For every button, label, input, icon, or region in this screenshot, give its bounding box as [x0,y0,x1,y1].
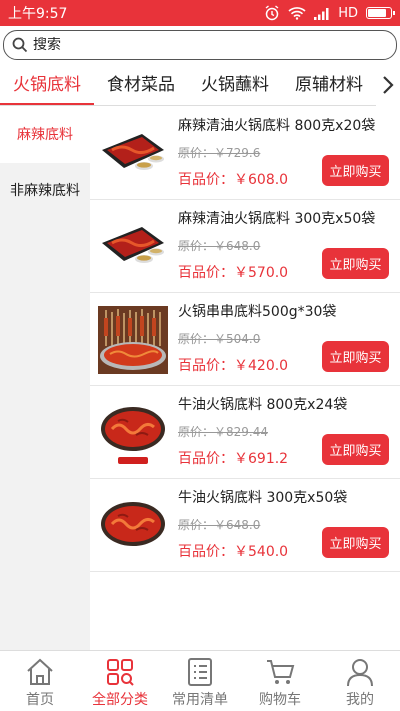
buy-now-button[interactable]: 立即购买 [322,155,389,186]
list-item[interactable]: 牛油火锅底料 300克x50袋 原价：￥648.0 百品价：￥540.0 立即购… [90,479,400,572]
subcategory-sidebar: 麻辣底料 非麻辣底料 [0,107,90,650]
product-name: 麻辣清油火锅底料 300克x50袋 [178,211,376,227]
tab-hotpot-base[interactable]: 火锅底料 [0,64,94,105]
bottom-navigation: 首页 全部分类 常用清单 购物车 我的 [0,650,400,711]
search-box[interactable] [3,30,397,60]
tab-dipping-sauce[interactable]: 火锅蘸料 [188,64,282,105]
product-name: 牛油火锅底料 300克x50袋 [178,490,348,506]
product-name: 火锅串串底料500g*30袋 [178,304,337,320]
nav-all-categories-label: 全部分类 [92,692,148,708]
pot-tray-icon [102,227,164,263]
sale-price: 百品价：￥570.0 [178,265,289,281]
buy-now-button[interactable]: 立即购买 [322,341,389,372]
category-tabs: 火锅底料 食材菜品 火锅蘸料 原辅材料 [0,64,400,106]
status-bar: 上午9:57 HD [0,0,400,26]
nav-favorites-list-label: 常用清单 [172,692,228,708]
original-price: 原价：￥648.0 [178,518,261,532]
sidebar-item-non-spicy-base[interactable]: 非麻辣底料 [0,163,90,219]
status-time: 上午9:57 [8,6,68,22]
nav-profile-label: 我的 [346,692,374,708]
home-icon [27,658,53,685]
original-price: 原价：￥648.0 [178,239,261,253]
sale-price: 百品价：￥420.0 [178,358,289,374]
product-name: 牛油火锅底料 800克x24袋 [178,397,348,413]
network-label: HD [338,5,358,21]
nav-favorites-list[interactable]: 常用清单 [160,651,240,711]
nav-home-label: 首页 [26,692,54,708]
tabs-more-button[interactable] [376,64,400,106]
buy-now-button[interactable]: 立即购买 [322,527,389,558]
pot-tray-icon [102,134,164,170]
category-icon [107,659,134,686]
nav-home[interactable]: 首页 [0,651,80,711]
tab-ingredients[interactable]: 食材菜品 [94,64,188,105]
round-pot-icon [101,502,165,546]
skewer-pot-icon [98,306,168,374]
buy-now-button[interactable]: 立即购买 [322,248,389,279]
search-bar [0,26,400,64]
original-price: 原价：￥504.0 [178,332,261,346]
buy-now-button[interactable]: 立即购买 [322,434,389,465]
product-name: 麻辣清油火锅底料 800克x20袋 [178,118,376,134]
sale-price: 百品价：￥691.2 [178,451,289,467]
wifi-icon [288,7,306,20]
list-item[interactable]: 牛油火锅底料 800克x24袋 原价：￥829.44 百品价：￥691.2 立即… [90,386,400,479]
product-list: 麻辣清油火锅底料 800克x20袋 原价：￥729.6 百品价：￥608.0 立… [90,107,400,650]
cart-icon [267,660,295,684]
search-icon [12,37,28,53]
search-input[interactable] [33,37,373,53]
list-icon [188,658,212,686]
list-item[interactable]: 麻辣清油火锅底料 300克x50袋 原价：￥648.0 百品价：￥570.0 立… [90,200,400,293]
nav-profile[interactable]: 我的 [320,651,400,711]
sale-price: 百品价：￥608.0 [178,172,289,188]
round-pot-icon [101,407,165,464]
signal-icon [314,7,329,20]
original-price: 原价：￥829.44 [178,425,268,439]
battery-icon [366,7,395,19]
nav-cart[interactable]: 购物车 [240,651,320,711]
nav-all-categories[interactable]: 全部分类 [80,651,160,711]
alarm-icon [265,5,279,21]
sidebar-item-spicy-base[interactable]: 麻辣底料 [0,107,90,163]
sale-price: 百品价：￥540.0 [178,544,289,560]
chevron-right-icon [383,76,394,94]
list-item[interactable]: 火锅串串底料500g*30袋 原价：￥504.0 百品价：￥420.0 立即购买 [90,293,400,386]
nav-cart-label: 购物车 [259,692,301,708]
tab-raw-materials[interactable]: 原辅材料 [282,64,376,105]
list-item[interactable]: 麻辣清油火锅底料 800克x20袋 原价：￥729.6 百品价：￥608.0 立… [90,107,400,200]
original-price: 原价：￥729.6 [178,146,261,160]
user-icon [347,659,373,687]
